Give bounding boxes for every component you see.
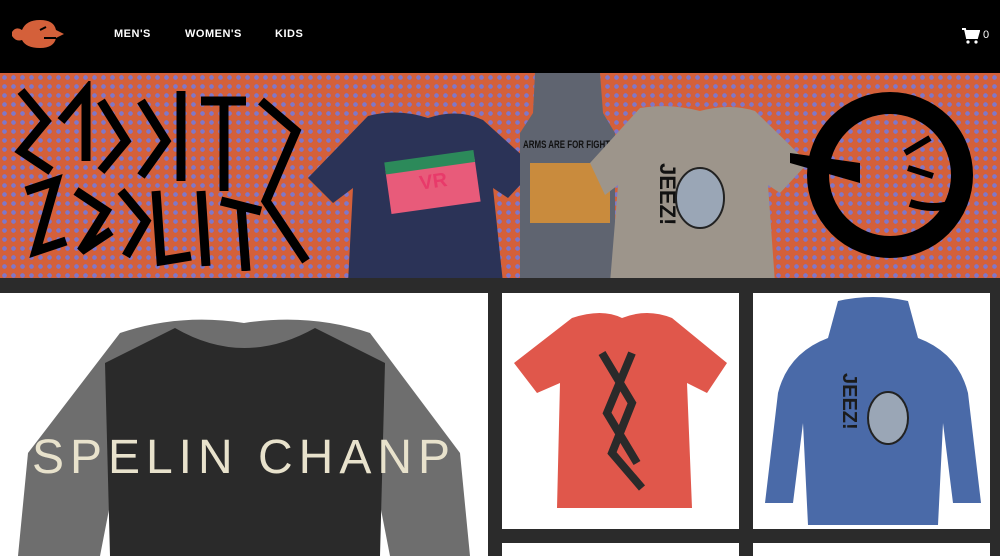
spelin-champ-text: SPELIN CHANP — [32, 431, 456, 484]
product-card-partial-2[interactable] — [753, 543, 990, 556]
product-card-partial-1[interactable] — [502, 543, 739, 556]
jeez-hoodie-text: JEEZ! — [838, 373, 860, 430]
navy-vr-tee-image: VR — [308, 112, 536, 278]
nav-kids[interactable]: KIDS — [275, 28, 303, 40]
vr-text: VR — [418, 169, 449, 195]
cart-button[interactable]: 0 — [962, 28, 994, 46]
beige-jeez-tee-image: JEEZ! — [590, 106, 808, 278]
top-nav: MEN'S WOMEN'S KIDS 0 — [0, 0, 1000, 73]
cart-count: 0 — [983, 29, 990, 41]
nav-mens[interactable]: MEN'S — [114, 28, 151, 40]
product-card-jeez-hoodie[interactable]: JEEZ! — [753, 293, 990, 529]
red-tee-image — [514, 313, 727, 508]
nav-womens[interactable]: WOMEN'S — [185, 28, 242, 40]
hero-banner[interactable]: VR ARMS ARE FOR FIGHTIN JEEZ! — [0, 73, 1000, 278]
cart-icon — [962, 28, 981, 44]
product-card-spelin-champ[interactable]: SPELIN CHANP — [0, 293, 488, 556]
goblin-face-logo-icon — [790, 92, 973, 258]
goblin-logo-icon[interactable] — [10, 16, 64, 52]
jeez-hoodie-image: JEEZ! — [765, 297, 981, 525]
spelin-champ-raglan-image: SPELIN CHANP — [18, 319, 470, 556]
burrito-goblins-brand-art — [14, 81, 310, 271]
product-card-red-tee[interactable] — [502, 293, 739, 529]
